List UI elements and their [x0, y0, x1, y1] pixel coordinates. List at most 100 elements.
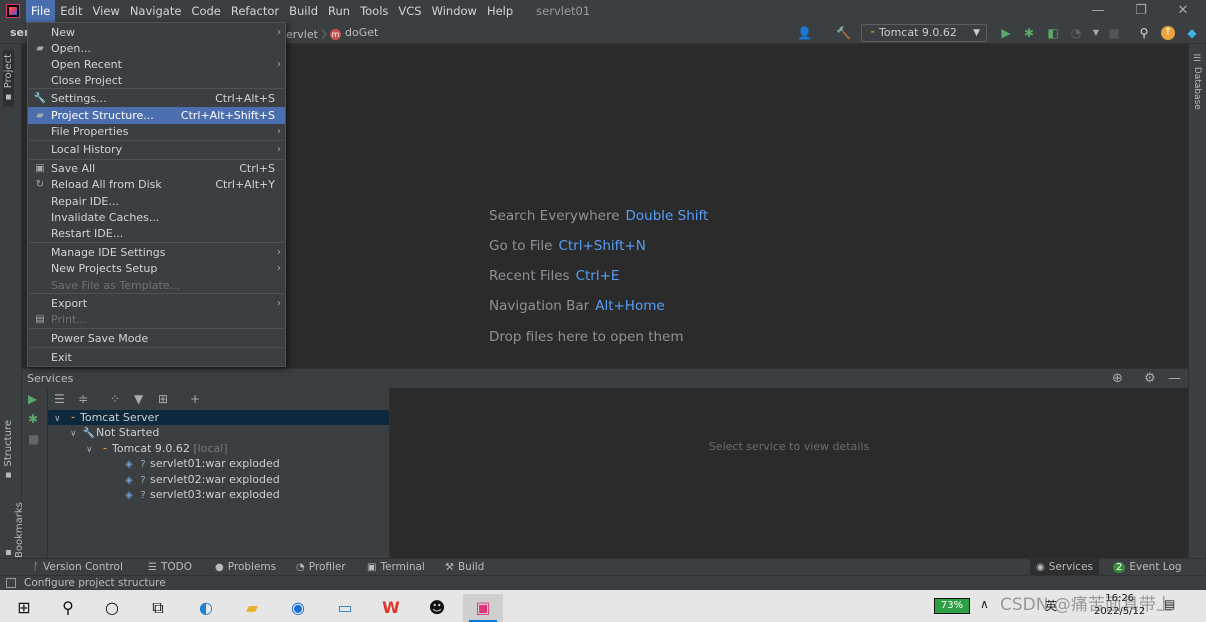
- debug-icon[interactable]: ✱: [1022, 26, 1036, 40]
- update-icon[interactable]: ↑: [1161, 26, 1175, 40]
- run-configuration-select[interactable]: ⁃ Tomcat 9.0.62 ▼: [861, 24, 987, 42]
- add-service-icon[interactable]: +: [190, 392, 200, 406]
- tab-todo[interactable]: ☰ TODO: [148, 561, 192, 573]
- menu-code[interactable]: Code: [186, 0, 225, 22]
- cortana-icon[interactable]: ○: [92, 594, 132, 622]
- tab-event-log[interactable]: 2 Event Log: [1113, 561, 1182, 573]
- tab-terminal[interactable]: ▣ Terminal: [367, 561, 425, 573]
- database-tool-tab[interactable]: ☰ Database: [1192, 54, 1202, 110]
- tab-version-control[interactable]: ᚴ Version Control: [33, 561, 123, 573]
- search-icon[interactable]: ⚲: [1137, 26, 1151, 40]
- windows-start-icon[interactable]: ⊞: [4, 594, 44, 622]
- qq-icon[interactable]: ☻: [417, 594, 457, 622]
- services-debug-icon[interactable]: ✱: [28, 412, 38, 426]
- project-tool-tab[interactable]: ▪ Project: [3, 50, 14, 107]
- expand-all-icon[interactable]: ☰: [54, 392, 65, 406]
- file-menu-item-new-projects-setup[interactable]: New Projects Setup ›: [28, 260, 285, 277]
- file-menu-item-label: New: [51, 26, 75, 39]
- stop-icon[interactable]: ■: [1107, 26, 1121, 40]
- menu-window[interactable]: Window: [427, 0, 482, 22]
- minimize-button[interactable]: —: [1075, 0, 1121, 22]
- file-menu-item-save-all[interactable]: ▣ Save All Ctrl+S: [28, 160, 285, 177]
- tree-node-tomcat-local[interactable]: ∨ ⁃ Tomcat 9.0.62 [local]: [48, 441, 389, 456]
- file-menu-item-export[interactable]: Export ›: [28, 295, 285, 312]
- menu-run[interactable]: Run: [323, 0, 355, 22]
- services-stop-icon[interactable]: ■: [28, 432, 39, 446]
- file-menu-item-open-recent[interactable]: Open Recent ›: [28, 56, 285, 73]
- feishu-icon[interactable]: ◉: [278, 594, 318, 622]
- menu-file[interactable]: File: [26, 0, 56, 22]
- tab-todo-label: TODO: [160, 561, 192, 573]
- search-icon[interactable]: ⚲: [48, 594, 88, 622]
- chevron-right-icon: ›: [277, 59, 281, 70]
- new-tab-icon[interactable]: ⊞: [158, 392, 168, 406]
- group-by-icon[interactable]: ⁘: [110, 392, 120, 406]
- task-view-icon[interactable]: ⧉: [138, 594, 178, 622]
- chevron-down-icon[interactable]: ∨: [70, 427, 82, 442]
- file-menu-item-invalidate-caches[interactable]: Invalidate Caches...: [28, 209, 285, 226]
- remote-desktop-icon[interactable]: ▭: [325, 594, 365, 622]
- breadcrumb-class[interactable]: ervlet 〉: [286, 26, 332, 42]
- file-menu-item-power-save-mode[interactable]: Power Save Mode: [28, 330, 285, 347]
- services-run-icon[interactable]: ▶: [28, 392, 37, 406]
- menu-build[interactable]: Build: [284, 0, 323, 22]
- menu-navigate[interactable]: Navigate: [125, 0, 187, 22]
- tree-node-servlet01[interactable]: ◈? servlet01:war exploded: [48, 456, 389, 471]
- tree-node-tomcat-server[interactable]: ∨ ⁃ Tomcat Server: [48, 410, 389, 425]
- gear-icon[interactable]: ⚙: [1144, 371, 1156, 386]
- file-menu-item-manage-ide-settings[interactable]: Manage IDE Settings ›: [28, 244, 285, 261]
- battery-indicator[interactable]: 73%: [934, 598, 970, 614]
- user-icon[interactable]: 👤: [797, 26, 812, 40]
- tab-build[interactable]: ⚒ Build: [445, 561, 484, 573]
- edge-browser-icon[interactable]: ◐: [186, 594, 226, 622]
- file-menu-item-repair-ide[interactable]: Repair IDE...: [28, 193, 285, 210]
- hide-panel-icon[interactable]: —: [1168, 371, 1181, 386]
- plugin-icon[interactable]: ◆: [1185, 26, 1199, 40]
- file-menu-item-open[interactable]: ▰ Open...: [28, 40, 285, 57]
- breadcrumb-method[interactable]: m doGet: [330, 26, 378, 40]
- file-menu-item-exit[interactable]: Exit: [28, 349, 285, 366]
- tree-node-not-started[interactable]: ∨ 🔧Not Started: [48, 425, 389, 440]
- filter-icon[interactable]: ▼: [134, 392, 143, 406]
- file-menu-item-local-history[interactable]: Local History ›: [28, 141, 285, 158]
- intellij-taskbar-icon[interactable]: ▣: [463, 594, 503, 622]
- menu-tools[interactable]: Tools: [355, 0, 393, 22]
- tree-node-servlet03[interactable]: ◈? servlet03:war exploded: [48, 487, 389, 502]
- tab-problems[interactable]: ● Problems: [215, 561, 276, 573]
- menu-view[interactable]: View: [88, 0, 125, 22]
- tree-node-servlet02[interactable]: ◈? servlet02:war exploded: [48, 472, 389, 487]
- file-menu-item-project-structure[interactable]: ▰ Project Structure... Ctrl+Alt+Shift+S: [28, 107, 285, 124]
- more-run-chevron-icon[interactable]: ▼: [1089, 26, 1103, 40]
- menu-refactor[interactable]: Refactor: [226, 0, 284, 22]
- maximize-button[interactable]: ❐: [1118, 0, 1164, 22]
- menu-vcs[interactable]: VCS: [393, 0, 426, 22]
- build-hammer-icon[interactable]: 🔨: [836, 26, 851, 40]
- menu-edit[interactable]: Edit: [55, 0, 87, 22]
- tree-node-label: servlet01:war exploded: [150, 457, 280, 470]
- file-menu-item-new[interactable]: New ›: [28, 24, 285, 41]
- status-bar: Configure project structure: [0, 575, 1206, 590]
- wps-office-icon[interactable]: W: [371, 594, 411, 622]
- profile-icon[interactable]: ◔: [1069, 26, 1083, 40]
- file-menu-item-restart-ide[interactable]: Restart IDE...: [28, 225, 285, 242]
- file-menu-item-settings[interactable]: 🔧 Settings... Ctrl+Alt+S: [28, 90, 285, 107]
- coverage-icon[interactable]: ◧: [1046, 26, 1060, 40]
- close-window-button[interactable]: ✕: [1160, 0, 1206, 22]
- collapse-all-icon[interactable]: ≑: [78, 392, 88, 406]
- file-explorer-icon[interactable]: ▰: [232, 594, 272, 622]
- tomcat-icon: ⁃: [70, 413, 76, 424]
- file-menu-item-file-properties[interactable]: File Properties ›: [28, 123, 285, 140]
- tab-profiler[interactable]: ◔ Profiler: [296, 561, 346, 573]
- crosshair-icon[interactable]: ⊕: [1112, 371, 1123, 386]
- run-icon[interactable]: ▶: [999, 26, 1013, 40]
- file-menu-item-reload-all-from-disk[interactable]: ↻ Reload All from Disk Ctrl+Alt+Y: [28, 176, 285, 193]
- tab-services[interactable]: ◉ Services: [1030, 559, 1100, 576]
- menu-help[interactable]: Help: [482, 0, 518, 22]
- hint-search-everywhere: Search Everywhere Double Shift: [489, 208, 708, 224]
- file-menu-item-close-project[interactable]: Close Project: [28, 72, 285, 89]
- file-menu-item-label: Project Structure...: [51, 109, 154, 122]
- file-menu-item-label: Open...: [51, 42, 91, 55]
- structure-tool-tab[interactable]: ▪ Structure: [3, 420, 14, 481]
- toggle-tool-windows-icon[interactable]: [6, 578, 16, 588]
- tray-chevron-up-icon[interactable]: ∧: [980, 597, 989, 611]
